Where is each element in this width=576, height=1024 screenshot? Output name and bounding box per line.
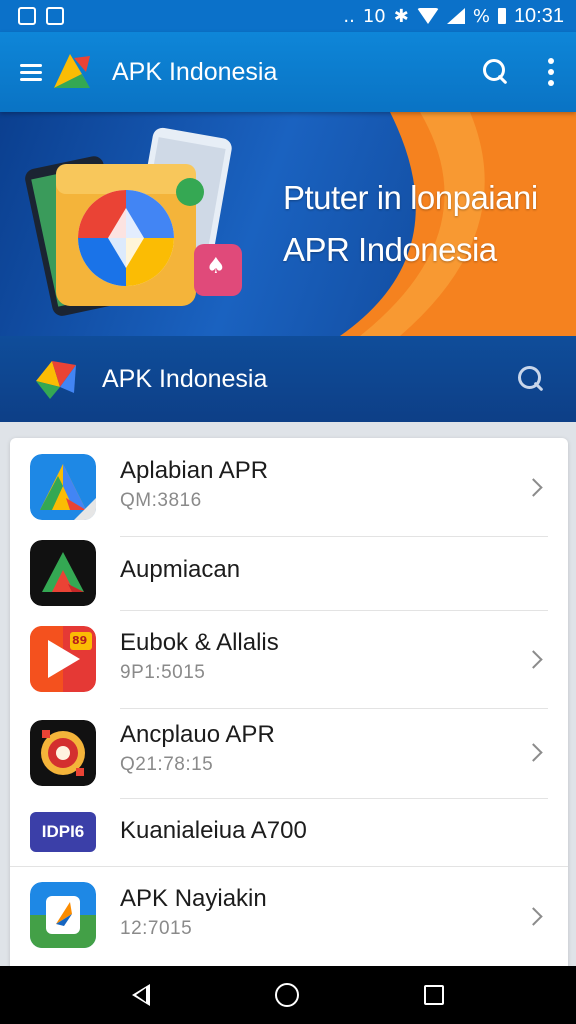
status-time: 10:31	[513, 4, 564, 27]
app-title: APK Indonesia	[112, 57, 278, 86]
app-subtitle: Q21:78:15	[120, 754, 214, 775]
app-title: Eubok & Allalis	[120, 629, 279, 656]
list-item[interactable]: APK Nayiakin 12:7015	[10, 866, 568, 968]
app-icon	[30, 540, 96, 606]
list-item[interactable]: Ancplauo APR Q21:78:15	[10, 708, 568, 798]
banner-line-1: Ptuter in lonpaiani	[283, 179, 538, 216]
section-logo-icon	[36, 361, 76, 399]
app-title: Aupmiacan	[120, 556, 241, 583]
banner-headline: Ptuter in lonpaiani APR Indonesia	[283, 172, 538, 276]
bluetooth-icon: ✱	[393, 5, 409, 27]
chevron-right-icon	[524, 650, 543, 669]
network-label: ..	[343, 5, 355, 27]
status-bar: .. 10 ✱ % 10:31	[0, 0, 576, 32]
app-bar: APK Indonesia	[0, 32, 576, 112]
section-title: APK Indonesia	[102, 364, 268, 393]
app-subtitle: 12:7015	[120, 918, 193, 939]
menu-icon[interactable]	[20, 63, 42, 81]
wifi-icon	[416, 8, 439, 24]
battery-icon	[497, 8, 506, 24]
section-header: APK Indonesia	[0, 336, 576, 422]
back-icon[interactable]	[132, 984, 151, 1006]
battery-label: %	[472, 5, 490, 27]
app-title: APK Nayiakin	[120, 885, 267, 912]
hero-banner[interactable]: ♠ Ptuter in lonpaiani APR Indonesia	[0, 112, 576, 336]
list-item[interactable]: Aplabian APR QM:3816	[10, 438, 568, 536]
gallery-icon	[18, 7, 36, 25]
app-logo-icon	[54, 54, 90, 88]
app-icon	[30, 882, 96, 948]
more-vert-icon[interactable]	[546, 58, 556, 86]
section-search-icon[interactable]	[516, 364, 546, 394]
app-list: Aplabian APR QM:3816 Aupmiacan 89 Eubok …	[10, 438, 568, 968]
list-item[interactable]: 89 Eubok & Allalis 9P1:5015	[10, 610, 568, 708]
app-icon-text: IDPI6	[41, 822, 85, 841]
chevron-right-icon	[524, 907, 543, 926]
system-nav-bar	[0, 966, 576, 1024]
signal-icon	[446, 8, 465, 24]
sim-label: 10	[362, 5, 386, 27]
photo-icon	[46, 7, 64, 25]
list-item[interactable]: Aupmiacan	[10, 536, 568, 610]
app-subtitle: QM:3816	[120, 490, 202, 511]
list-item[interactable]: IDPI6 Kuanialeiua A700	[10, 798, 568, 866]
chevron-right-icon	[524, 743, 543, 762]
recents-icon[interactable]	[423, 985, 444, 1005]
app-title: Kuanialeiua A700	[120, 817, 307, 844]
banner-app-icon: ♠	[206, 254, 226, 279]
app-icon	[30, 720, 96, 786]
app-subtitle: 9P1:5015	[120, 662, 206, 683]
app-icon: IDPI6	[30, 812, 96, 852]
chevron-right-icon	[524, 478, 543, 497]
app-title: Ancplauo APR	[120, 721, 275, 748]
app-title: Aplabian APR	[120, 457, 269, 484]
search-icon[interactable]	[482, 58, 510, 86]
home-icon[interactable]	[274, 983, 299, 1007]
app-icon-badge: 89	[72, 634, 88, 647]
app-icon	[30, 454, 96, 520]
banner-line-2: APR Indonesia	[283, 231, 497, 268]
